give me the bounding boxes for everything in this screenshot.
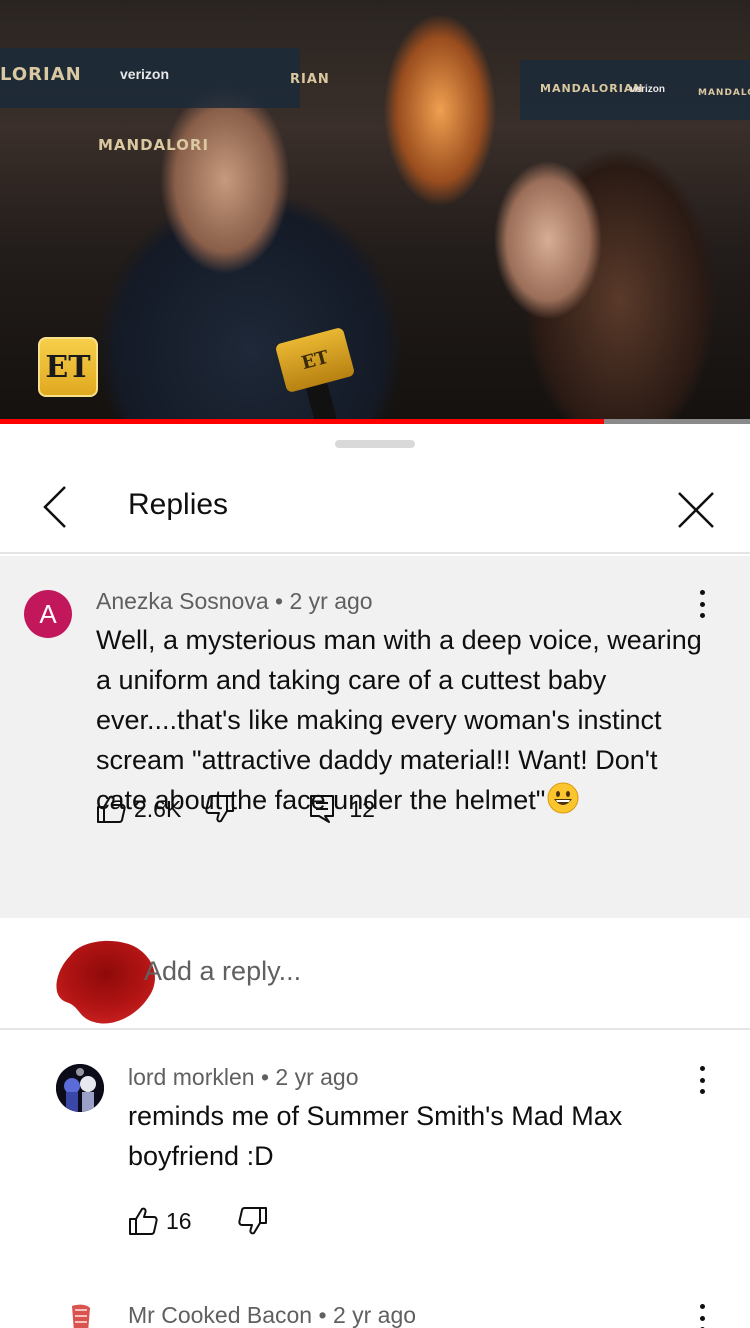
dislike-button[interactable]: [237, 1206, 268, 1236]
comment-author[interactable]: Mr Cooked Bacon: [128, 1302, 312, 1328]
add-reply-input[interactable]: Add a reply...: [144, 956, 301, 987]
thumbs-down-icon: [205, 795, 235, 823]
page-title: Replies: [128, 488, 229, 521]
backdrop-text: RIAN: [290, 72, 330, 87]
comment-actions: 2.6K 12: [96, 794, 375, 824]
thumbs-up-icon: [129, 1207, 158, 1235]
more-dot: [699, 613, 705, 618]
more-dot: [699, 590, 705, 595]
drag-handle[interactable]: [335, 440, 415, 448]
like-button[interactable]: 16: [128, 1206, 192, 1236]
comment-meta: Anezka Sosnova • 2 yr ago: [96, 588, 373, 615]
backdrop-text: MANDALORI: [98, 136, 210, 154]
reply-actions: 16: [128, 1206, 268, 1236]
comment-time: 2 yr ago: [332, 1302, 417, 1328]
meta-separator: •: [275, 588, 284, 614]
avatar[interactable]: A: [24, 590, 72, 638]
et-channel-logo: ET: [38, 337, 98, 397]
comment-line: reminds me of Summer Smith's Mad Max: [128, 1101, 623, 1131]
reply-count: 12: [349, 795, 375, 822]
more-dot: [699, 1315, 705, 1321]
comment-time: 2 yr ago: [289, 588, 373, 614]
comment-line: scream "attractive daddy material!! Want…: [96, 745, 658, 775]
like-count: 16: [166, 1207, 192, 1234]
avatar[interactable]: [56, 1064, 104, 1112]
more-dot: [699, 1304, 705, 1309]
like-button[interactable]: 2.6K: [96, 794, 181, 824]
replies-panel: Replies A Anezka Sosnova • 2 yr ago Well…: [0, 424, 750, 1328]
more-dot: [699, 1089, 705, 1094]
like-count: 2.6K: [134, 795, 182, 822]
more-dot: [699, 601, 705, 607]
comment-line: a uniform and taking care of a cuttest b…: [96, 665, 607, 695]
more-options-button[interactable]: [692, 584, 712, 624]
meta-separator: •: [318, 1302, 327, 1328]
thumbs-up-icon: [97, 795, 126, 823]
bacon-avatar-image: [56, 1302, 104, 1328]
more-options-button[interactable]: [692, 1298, 712, 1328]
comment-meta: Mr Cooked Bacon • 2 yr ago: [128, 1302, 416, 1328]
comment-time: 2 yr ago: [275, 1064, 359, 1090]
close-button[interactable]: [668, 482, 724, 538]
back-button[interactable]: [30, 482, 80, 532]
comment-body: Well, a mysterious man with a deep voice…: [96, 620, 702, 820]
video-player[interactable]: LORIAN verizon MANDALORI RIAN MANDALORIA…: [0, 0, 750, 424]
meta-separator: •: [260, 1064, 269, 1090]
reply-count-button[interactable]: 12: [309, 794, 375, 824]
character-avatar-image: [56, 1064, 104, 1112]
comment-meta: lord morklen • 2 yr ago: [128, 1064, 359, 1091]
grinning-face-emoji: [547, 782, 579, 814]
more-dot: [699, 1077, 705, 1083]
comment-icon: [310, 795, 335, 823]
et-microphone-flag: ET: [274, 326, 356, 394]
thumbs-down-icon: [237, 1207, 267, 1235]
backdrop-text: LORIAN: [0, 64, 82, 85]
close-icon: [678, 492, 714, 528]
chevron-left-icon: [43, 486, 66, 528]
avatar[interactable]: [56, 1302, 104, 1328]
comment-author[interactable]: lord morklen: [128, 1064, 255, 1090]
parent-comment: A Anezka Sosnova • 2 yr ago Well, a myst…: [0, 556, 750, 918]
comment-line: boyfriend :D: [128, 1141, 274, 1171]
backdrop-text: verizon: [630, 84, 666, 95]
comment-line: ever....that's like making every woman's…: [96, 705, 662, 735]
replies-header: Replies: [0, 464, 750, 554]
comment-author[interactable]: Anezka Sosnova: [96, 588, 269, 614]
backdrop-text: verizon: [120, 66, 170, 82]
dislike-button[interactable]: [205, 794, 235, 824]
more-options-button[interactable]: [692, 1060, 712, 1100]
backdrop-text: MANDALORIAN: [698, 88, 750, 98]
reply-composer: Add a reply...: [0, 918, 750, 1030]
more-dot: [699, 1066, 705, 1071]
backdrop-text: MANDALORIAN: [540, 82, 644, 95]
comment-line: Well, a mysterious man with a deep voice…: [96, 625, 702, 655]
reply-body: reminds me of Summer Smith's Mad Max boy…: [128, 1096, 622, 1176]
